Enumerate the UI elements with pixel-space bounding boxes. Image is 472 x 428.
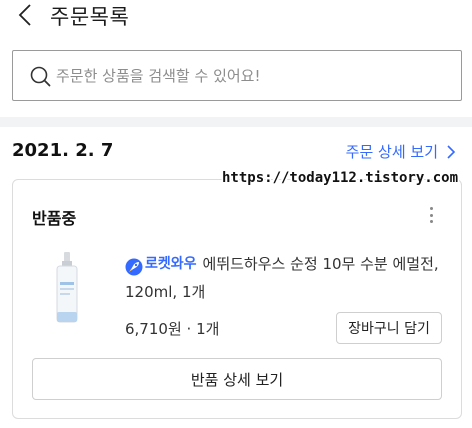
kebab-dot-icon <box>429 220 433 223</box>
header: 주문목록 <box>0 0 472 36</box>
page-title: 주문목록 <box>50 5 130 29</box>
order-detail-label: 주문 상세 보기 <box>345 143 438 161</box>
search-input[interactable] <box>56 55 461 96</box>
order-card: 반품중 로켓와우 에뛰드하우스 순정 10무 수분 에멀전, 120ml, 1개… <box>12 179 462 419</box>
chevron-right-icon <box>447 144 456 159</box>
order-detail-link[interactable]: 주문 상세 보기 <box>346 141 456 162</box>
return-detail-button[interactable]: 반품 상세 보기 <box>32 358 442 400</box>
chevron-left-icon <box>18 4 31 26</box>
order-date: 2021. 2. 7 <box>12 140 114 161</box>
price-separator: · <box>186 320 192 338</box>
top-section: 주문목록 <box>0 0 472 117</box>
status-label: 반품중 <box>32 209 77 228</box>
price-line: 6,710원 · 1개 <box>125 318 219 339</box>
add-to-cart-button[interactable]: 장바구니 담기 <box>336 312 442 344</box>
product-quantity: 1개 <box>196 320 220 338</box>
back-button[interactable] <box>12 2 38 28</box>
rocket-wow-badge: 로켓와우 <box>125 250 203 278</box>
watermark-text: https://today112.tistory.com <box>222 170 459 186</box>
product-description[interactable]: 로켓와우 에뛰드하우스 순정 10무 수분 에멀전, 120ml, 1개 <box>125 250 443 306</box>
product-thumbnail[interactable] <box>49 250 85 326</box>
kebab-dot-icon <box>429 207 433 210</box>
badge-label: 로켓와우 <box>145 256 197 272</box>
product-price: 6,710원 <box>125 320 182 338</box>
search-icon <box>30 66 51 86</box>
rocket-icon <box>125 258 143 275</box>
more-options-button[interactable] <box>423 204 439 226</box>
kebab-dot-icon <box>429 213 433 217</box>
search-box[interactable] <box>12 50 462 101</box>
